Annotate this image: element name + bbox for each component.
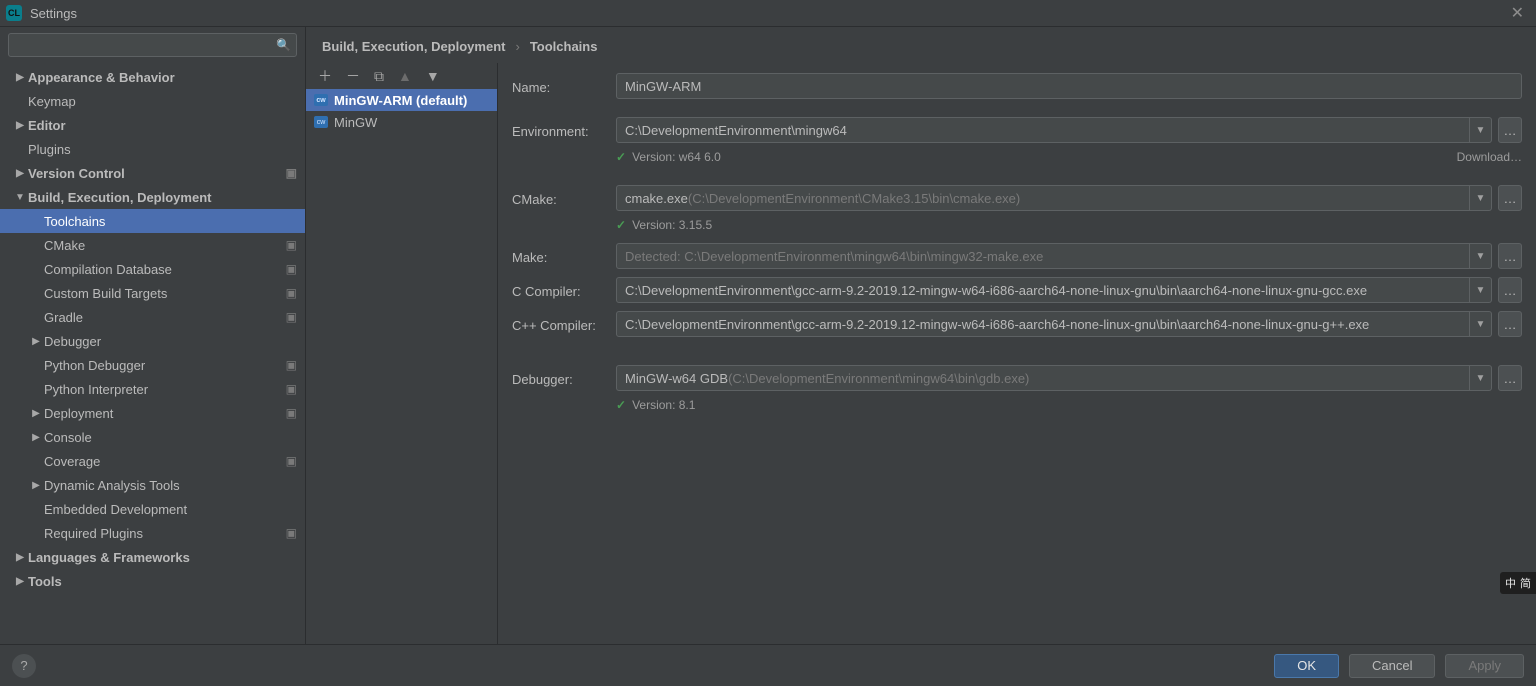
cmake-browse[interactable]: … (1498, 185, 1522, 211)
environment-input[interactable]: C:\DevelopmentEnvironment\mingw64 (616, 117, 1470, 143)
check-icon: ✓ (616, 398, 626, 412)
tree-dynamic-analysis[interactable]: ▶Dynamic Analysis Tools (0, 473, 305, 497)
project-icon: ▣ (286, 454, 297, 468)
tree-cmake[interactable]: CMake▣ (0, 233, 305, 257)
window-title: Settings (30, 6, 77, 21)
breadcrumb-part: Toolchains (530, 39, 598, 54)
tree-keymap[interactable]: Keymap (0, 89, 305, 113)
cmake-dropdown[interactable]: ▼ (1470, 185, 1492, 211)
settings-sidebar: 🔍 ▶Appearance & Behavior Keymap ▶Editor … (0, 27, 306, 644)
tree-tools[interactable]: ▶Tools (0, 569, 305, 593)
toolchain-form: Name: MinGW-ARM Environment: C:\Developm… (498, 63, 1536, 644)
tree-gradle[interactable]: Gradle▣ (0, 305, 305, 329)
tree-editor[interactable]: ▶Editor (0, 113, 305, 137)
name-label: Name: (512, 78, 616, 95)
tree-custom-build[interactable]: Custom Build Targets▣ (0, 281, 305, 305)
project-icon: ▣ (286, 238, 297, 252)
app-icon: CL (6, 5, 22, 21)
name-input[interactable]: MinGW-ARM (616, 73, 1522, 99)
breadcrumb-part[interactable]: Build, Execution, Deployment (322, 39, 505, 54)
project-icon: ▣ (286, 382, 297, 396)
chevron-right-icon: › (515, 39, 519, 54)
download-link[interactable]: Download… (1457, 150, 1522, 164)
environment-dropdown[interactable]: ▼ (1470, 117, 1492, 143)
project-icon: ▣ (286, 406, 297, 420)
tree-embedded[interactable]: Embedded Development (0, 497, 305, 521)
tree-lang-frameworks[interactable]: ▶Languages & Frameworks (0, 545, 305, 569)
tree-toolchains[interactable]: Toolchains (0, 209, 305, 233)
remove-button[interactable]: － (346, 66, 360, 86)
project-icon: ▣ (286, 286, 297, 300)
cmake-input[interactable]: cmake.exe (C:\DevelopmentEnvironment\CMa… (616, 185, 1470, 211)
cppcompiler-label: C++ Compiler: (512, 316, 616, 333)
ime-indicator[interactable]: 中简 (1500, 572, 1536, 594)
debugger-dropdown[interactable]: ▼ (1470, 365, 1492, 391)
dialog-footer: ? OK Cancel Apply (0, 644, 1536, 686)
tree-python-interpreter[interactable]: Python Interpreter▣ (0, 377, 305, 401)
make-dropdown[interactable]: ▼ (1470, 243, 1492, 269)
cppcompiler-browse[interactable]: … (1498, 311, 1522, 337)
content: Build, Execution, Deployment › Toolchain… (306, 27, 1536, 644)
move-down-button[interactable]: ▼ (426, 68, 440, 84)
debugger-label: Debugger: (512, 370, 616, 387)
tree-plugins[interactable]: Plugins (0, 137, 305, 161)
apply-button[interactable]: Apply (1445, 654, 1524, 678)
help-button[interactable]: ? (12, 654, 36, 678)
copy-button[interactable]: ⧉ (374, 68, 384, 85)
settings-tree: ▶Appearance & Behavior Keymap ▶Editor Pl… (0, 63, 305, 644)
check-icon: ✓ (616, 150, 626, 164)
project-icon: ▣ (286, 310, 297, 324)
tree-python-debugger[interactable]: Python Debugger▣ (0, 353, 305, 377)
project-icon: ▣ (286, 526, 297, 540)
add-button[interactable]: ＋ (318, 66, 332, 86)
mingw-icon: cw (314, 94, 328, 106)
ccompiler-dropdown[interactable]: ▼ (1470, 277, 1492, 303)
move-up-button[interactable]: ▲ (398, 68, 412, 84)
cppcompiler-input[interactable]: C:\DevelopmentEnvironment\gcc-arm-9.2-20… (616, 311, 1470, 337)
environment-label: Environment: (512, 122, 616, 139)
make-label: Make: (512, 248, 616, 265)
mingw-icon: cw (314, 116, 328, 128)
tree-console[interactable]: ▶Console (0, 425, 305, 449)
toolchain-list-pane: ＋ － ⧉ ▲ ▼ cw MinGW-ARM (default) cw MinG… (306, 63, 498, 644)
tree-debugger[interactable]: ▶Debugger (0, 329, 305, 353)
make-input[interactable]: Detected: C:\DevelopmentEnvironment\ming… (616, 243, 1470, 269)
debugger-browse[interactable]: … (1498, 365, 1522, 391)
debugger-version-label: Version: 8.1 (632, 398, 695, 412)
toolchain-item-mingw[interactable]: cw MinGW (306, 111, 497, 133)
project-icon: ▣ (286, 358, 297, 372)
breadcrumb: Build, Execution, Deployment › Toolchain… (306, 27, 1536, 63)
tree-deployment[interactable]: ▶Deployment▣ (0, 401, 305, 425)
tree-version-control[interactable]: ▶Version Control▣ (0, 161, 305, 185)
cppcompiler-dropdown[interactable]: ▼ (1470, 311, 1492, 337)
close-icon[interactable]: ✕ (1505, 3, 1530, 23)
ok-button[interactable]: OK (1274, 654, 1339, 678)
debugger-input[interactable]: MinGW-w64 GDB (C:\DevelopmentEnvironment… (616, 365, 1470, 391)
tree-coverage[interactable]: Coverage▣ (0, 449, 305, 473)
tree-compilation-db[interactable]: Compilation Database▣ (0, 257, 305, 281)
cmake-version-label: Version: 3.15.5 (632, 218, 712, 232)
project-icon: ▣ (286, 166, 297, 180)
toolchain-item-mingw-arm[interactable]: cw MinGW-ARM (default) (306, 89, 497, 111)
search-icon: 🔍 (276, 38, 291, 52)
ccompiler-browse[interactable]: … (1498, 277, 1522, 303)
cancel-button[interactable]: Cancel (1349, 654, 1435, 678)
ccompiler-input[interactable]: C:\DevelopmentEnvironment\gcc-arm-9.2-20… (616, 277, 1470, 303)
main: 🔍 ▶Appearance & Behavior Keymap ▶Editor … (0, 27, 1536, 644)
search-input[interactable] (8, 33, 297, 57)
env-version-label: Version: w64 6.0 (632, 150, 721, 164)
project-icon: ▣ (286, 262, 297, 276)
make-browse[interactable]: … (1498, 243, 1522, 269)
environment-browse[interactable]: … (1498, 117, 1522, 143)
titlebar: CL Settings ✕ (0, 0, 1536, 27)
ccompiler-label: C Compiler: (512, 282, 616, 299)
cmake-label: CMake: (512, 190, 616, 207)
tree-build[interactable]: ▼Build, Execution, Deployment (0, 185, 305, 209)
tree-required-plugins[interactable]: Required Plugins▣ (0, 521, 305, 545)
check-icon: ✓ (616, 218, 626, 232)
tree-appearance[interactable]: ▶Appearance & Behavior (0, 65, 305, 89)
